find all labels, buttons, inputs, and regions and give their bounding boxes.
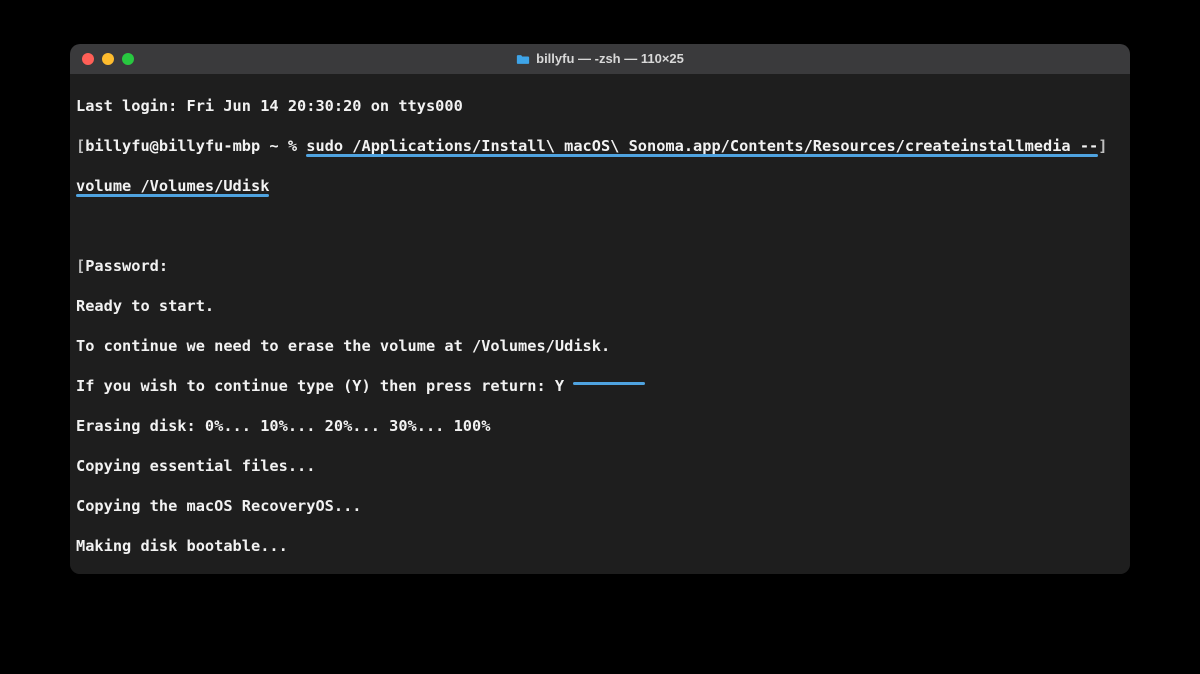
command-part-1-text: sudo /Applications/Install\ macOS\ Sonom…: [306, 137, 1098, 155]
line-making-bootable: Making disk bootable...: [76, 536, 1124, 556]
close-icon[interactable]: [82, 53, 94, 65]
window-controls: [70, 53, 134, 65]
line-erasing: Erasing disk: 0%... 10%... 20%... 30%...…: [76, 416, 1124, 436]
zoom-icon[interactable]: [122, 53, 134, 65]
command-part-2-highlight: volume /Volumes/Udisk: [76, 176, 269, 196]
folder-icon: [516, 53, 530, 64]
line-password: [Password:: [76, 256, 1124, 276]
line-command-1: [billyfu@billyfu-mbp ~ % sudo /Applicati…: [76, 136, 1124, 156]
line-blank: [76, 216, 1124, 236]
titlebar: billyfu — -zsh — 110×25: [70, 44, 1130, 74]
window-title: billyfu — -zsh — 110×25: [536, 51, 684, 66]
window-title-wrap: billyfu — -zsh — 110×25: [70, 50, 1130, 69]
minimize-icon[interactable]: [102, 53, 114, 65]
terminal-window: billyfu — -zsh — 110×25 Last login: Fri …: [70, 44, 1130, 574]
command-part-2-text: volume /Volumes/Udisk: [76, 177, 269, 195]
confirm-text: If you wish to continue type (Y) then pr…: [76, 377, 564, 395]
password-label: Password:: [85, 257, 168, 275]
line-erase-notice: To continue we need to erase the volume …: [76, 336, 1124, 356]
prompt-prefix: billyfu@billyfu-mbp ~ %: [85, 137, 306, 155]
line-last-login: Last login: Fri Jun 14 20:30:20 on ttys0…: [76, 96, 1124, 116]
highlight-underline-icon: [573, 382, 645, 385]
line-copy-recovery: Copying the macOS RecoveryOS...: [76, 496, 1124, 516]
terminal-body[interactable]: Last login: Fri Jun 14 20:30:20 on ttys0…: [70, 74, 1130, 574]
line-copy-essential: Copying essential files...: [76, 456, 1124, 476]
line-ready: Ready to start.: [76, 296, 1124, 316]
command-part-1-highlight: sudo /Applications/Install\ macOS\ Sonom…: [306, 136, 1098, 156]
highlight-underline-icon: [306, 154, 1098, 157]
line-command-2: volume /Volumes/Udisk: [76, 176, 1124, 196]
line-confirm: If you wish to continue type (Y) then pr…: [76, 376, 1124, 396]
highlight-underline-icon: [76, 194, 269, 197]
